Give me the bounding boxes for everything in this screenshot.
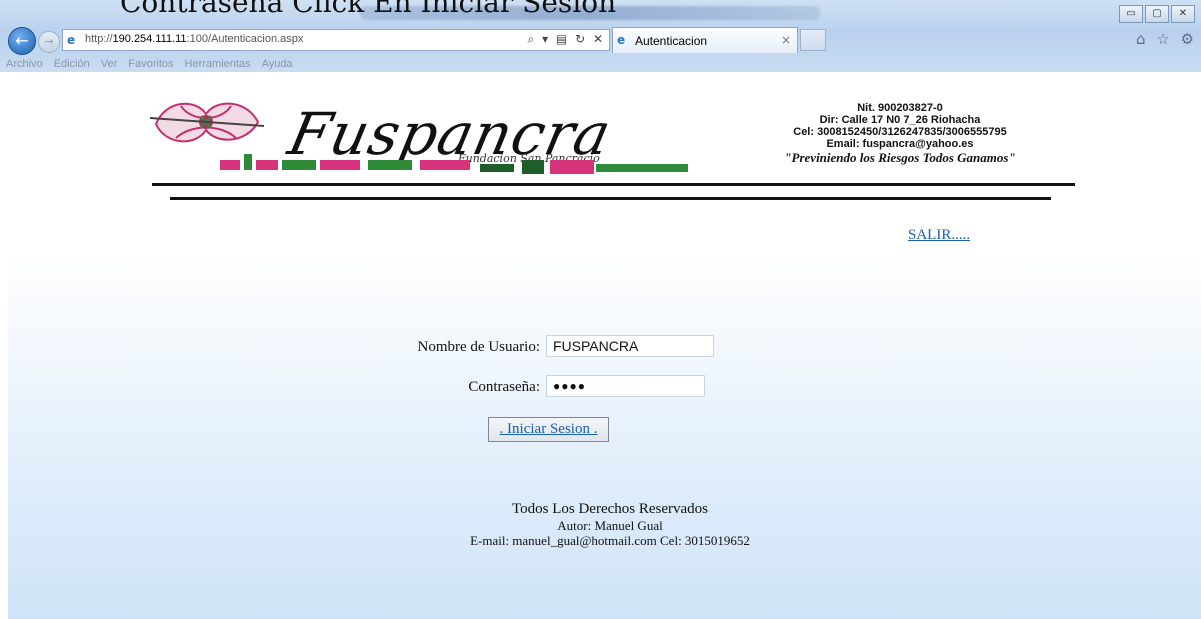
nit-text: Nit. 900203827-0 <box>857 102 943 114</box>
logo-bar <box>320 160 360 170</box>
new-tab-button[interactable] <box>800 29 826 51</box>
logo-bar <box>522 160 544 174</box>
logo-bar <box>596 164 688 172</box>
logo-bar <box>256 160 278 170</box>
menu-bar: Archivo Edición Ver Favoritos Herramient… <box>0 56 1201 72</box>
back-button[interactable]: ← <box>8 27 36 55</box>
password-label: Contraseña: <box>468 379 540 395</box>
username-label: Nombre de Usuario: <box>417 339 540 355</box>
password-field[interactable]: ●●●● <box>546 375 705 397</box>
logo-bar <box>480 164 514 172</box>
logo-bar <box>550 160 594 174</box>
overlay-caption: Contraseña Click En Iniciar Sesion <box>120 0 617 19</box>
footer-author: Autor: Manuel Gual <box>557 518 663 533</box>
menu-herramientas[interactable]: Herramientas <box>185 56 251 72</box>
minimize-button[interactable]: ▭ <box>1119 5 1143 23</box>
logo-bar <box>420 160 470 170</box>
header-divider <box>170 197 1051 200</box>
address-tools[interactable]: ⌕ ▾ ▤ ↻ ✕ <box>528 32 605 47</box>
tab-close-icon[interactable]: × <box>781 33 791 47</box>
header-divider <box>152 183 1075 186</box>
logo-bar <box>368 160 412 170</box>
salir-link[interactable]: SALIR..... <box>908 227 970 244</box>
close-window-button[interactable]: ✕ <box>1171 5 1195 23</box>
footer: Todos Los Derechos Reservados Autor: Man… <box>380 500 840 548</box>
footer-contact: E-mail: manuel_gual@hotmail.com Cel: 301… <box>470 533 750 548</box>
footer-rights: Todos Los Derechos Reservados <box>512 501 708 517</box>
ie-page-icon: e <box>67 33 76 47</box>
iniciar-sesion-label: . Iniciar Sesion . <box>499 421 598 437</box>
menu-archivo[interactable]: Archivo <box>6 56 43 72</box>
url-text[interactable]: http://190.254.111.11:100/Autenticacion.… <box>85 33 303 45</box>
forward-button[interactable]: → <box>38 31 60 53</box>
fuspancra-logo: Fuspancra Fundacion San Pancracio <box>140 94 710 180</box>
menu-edicion[interactable]: Edición <box>54 56 90 72</box>
phone-text: Cel: 3008152450/3126247835/3006555795 <box>793 126 1007 138</box>
slogan-text: "Previniendo los Riesgos Todos Ganamos" <box>784 150 1016 165</box>
iniciar-sesion-button[interactable]: . Iniciar Sesion . <box>488 417 609 442</box>
address-text: Dir: Calle 17 N0 7_26 Riohacha <box>819 114 981 126</box>
address-bar[interactable]: e http://190.254.111.11:100/Autenticacio… <box>62 29 610 51</box>
menu-ayuda[interactable]: Ayuda <box>262 56 293 72</box>
logo-bar <box>282 160 316 170</box>
email-text: Email: fuspancra@yahoo.es <box>826 138 974 150</box>
logo-bar <box>244 154 252 170</box>
tab-autenticacion[interactable]: e Autenticacion × <box>612 27 798 53</box>
page-content: Fuspancra Fundacion San Pancracio Nit. 9… <box>0 72 1201 619</box>
toolbar-icons[interactable]: ⌂ ☆ ⚙ <box>1136 30 1197 48</box>
navigation-row: ← → e http://190.254.111.11:100/Autentic… <box>0 24 1201 56</box>
company-info: Nit. 900203827-0 Dir: Calle 17 N0 7_26 R… <box>730 102 1070 166</box>
maximize-button[interactable]: ▢ <box>1145 5 1169 23</box>
tab-label: Autenticacion <box>635 34 708 48</box>
window-controls: ▭ ▢ ✕ <box>1119 5 1195 23</box>
logo-bar <box>220 160 240 170</box>
menu-ver[interactable]: Ver <box>101 56 118 72</box>
username-field[interactable]: FUSPANCRA <box>546 335 714 357</box>
ie-tab-icon: e <box>617 33 626 47</box>
menu-favoritos[interactable]: Favoritos <box>128 56 173 72</box>
flower-logo-icon <box>149 102 265 143</box>
